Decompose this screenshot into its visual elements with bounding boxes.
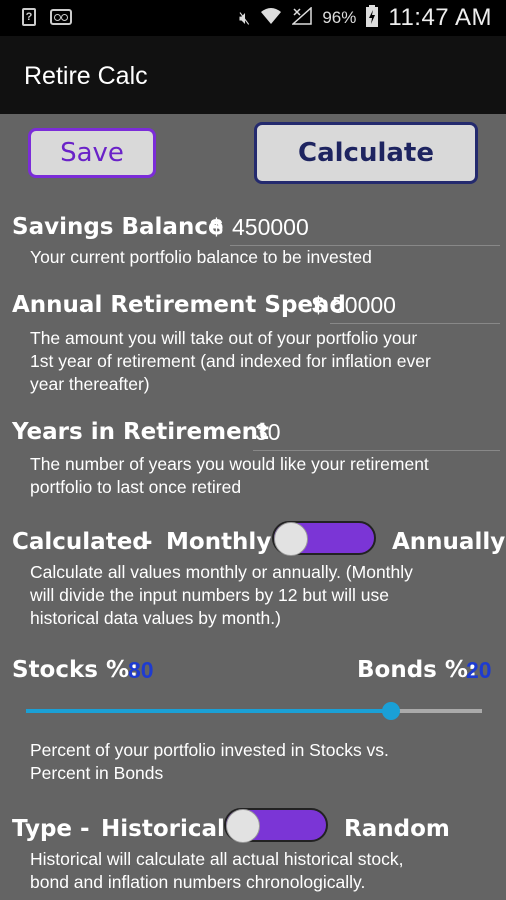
status-bar: ? 🔇︎ 96% 11:47 AM: [0, 0, 506, 36]
allocation-slider[interactable]: [26, 702, 482, 720]
years-desc: The number of years you would like your …: [30, 454, 429, 497]
type-dash: -: [80, 816, 90, 842]
type-label: Type: [12, 816, 73, 842]
annual-spend-label: Annual Retirement Spend: [12, 292, 346, 318]
historical-random-toggle[interactable]: [224, 808, 328, 843]
annually-option-label: Annually: [392, 529, 506, 555]
toggle-knob: [226, 809, 260, 843]
app-bar: Retire Calc: [0, 36, 506, 114]
allocation-desc: Percent of your portfolio invested in St…: [30, 740, 389, 783]
monthly-annually-toggle[interactable]: [272, 521, 376, 556]
calculated-label: Calculated: [12, 529, 149, 555]
bonds-label: Bonds %:: [357, 657, 478, 683]
random-option-label: Random: [344, 816, 450, 842]
battery-charging-icon: [366, 4, 379, 32]
bonds-value: 20: [466, 657, 492, 683]
savings-balance-input[interactable]: 450000: [230, 214, 500, 246]
calculate-button[interactable]: Calculate: [254, 122, 478, 184]
mute-icon: 🔇︎: [239, 7, 251, 28]
stocks-label: Stocks %:: [12, 657, 139, 683]
calculated-dash: -: [143, 529, 153, 555]
app-title: Retire Calc: [24, 62, 148, 90]
savings-balance-desc: Your current portfolio balance to be inv…: [30, 247, 372, 267]
annual-spend-desc: The amount you will take out of your por…: [30, 328, 431, 394]
spend-currency: $: [312, 292, 325, 318]
toggle-knob: [274, 522, 308, 556]
no-signal-icon: [291, 5, 313, 30]
historical-option-label: Historical: [101, 816, 225, 842]
savings-currency: $: [210, 214, 223, 240]
battery-percent: 96%: [322, 8, 357, 27]
wifi-icon: [260, 7, 282, 30]
calculated-desc: Calculate all values monthly or annually…: [30, 562, 413, 628]
slider-thumb[interactable]: [381, 702, 400, 720]
savings-balance-label: Savings Balance: [12, 214, 224, 240]
save-button[interactable]: Save: [28, 128, 156, 178]
voicemail-icon: [50, 9, 72, 25]
stocks-value: 80: [128, 657, 154, 683]
slider-fill: [26, 709, 391, 713]
type-desc: Historical will calculate all actual his…: [30, 849, 404, 892]
sim-icon: ?: [22, 8, 36, 26]
years-input[interactable]: 30: [253, 419, 500, 451]
years-label: Years in Retirement: [12, 419, 270, 445]
clock: 11:47 AM: [388, 4, 492, 31]
monthly-option-label: Monthly: [166, 529, 272, 555]
annual-spend-input[interactable]: 50000: [330, 292, 500, 324]
